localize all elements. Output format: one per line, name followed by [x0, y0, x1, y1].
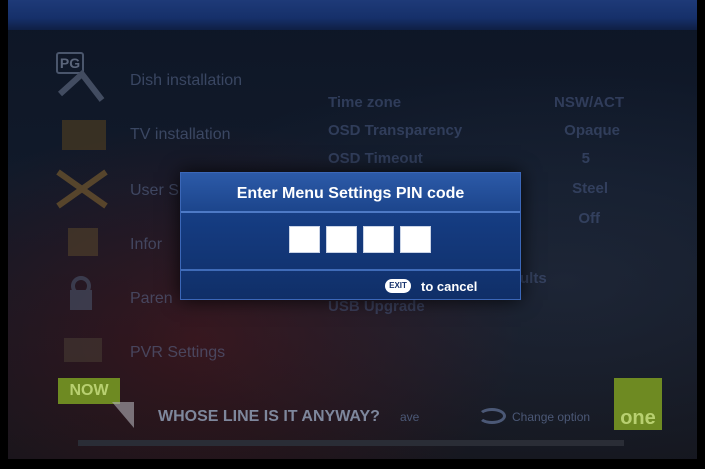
cancel-label: to cancel	[421, 279, 478, 294]
pin-dialog: Enter Menu Settings PIN code EXIT to can…	[180, 172, 521, 300]
frame-right	[697, 0, 705, 469]
top-bar	[0, 0, 705, 30]
info-box-icon	[52, 218, 112, 262]
tv-screen: PG Dish installation TV installation Use…	[0, 0, 705, 469]
change-option-hint: Change option	[512, 410, 591, 424]
pin-dialog-footer: EXIT to cancel	[181, 269, 520, 299]
frame-bottom	[0, 459, 705, 469]
program-title: WHOSE LINE IS IT ANYWAY?	[158, 408, 380, 425]
pin-digit-2[interactable]	[326, 226, 357, 253]
pin-dialog-title: Enter Menu Settings PIN code	[236, 185, 465, 202]
menu-item-dish-installation[interactable]: Dish installation	[130, 72, 242, 90]
setting-defaults-fragment: ults	[520, 270, 547, 287]
satellite-dish-icon	[52, 60, 112, 104]
setting-name-osd-transparency: OSD Transparency	[328, 122, 463, 139]
pin-digit-4[interactable]	[400, 226, 431, 253]
pin-entry[interactable]	[289, 226, 431, 253]
change-option-icon	[478, 408, 506, 424]
exit-key-icon[interactable]: EXIT	[385, 279, 411, 293]
program-progress-bar	[78, 440, 624, 446]
pvr-icon	[52, 326, 112, 370]
tv-icon	[52, 112, 112, 156]
menu-item-user-settings[interactable]: User S	[130, 182, 179, 200]
setting-value-osd-timeout[interactable]: 5	[470, 150, 590, 167]
pin-digit-3[interactable]	[363, 226, 394, 253]
pin-dialog-header: Enter Menu Settings PIN code	[181, 173, 520, 213]
pin-digit-1[interactable]	[289, 226, 320, 253]
setting-value-osd-transparency[interactable]: Opaque	[500, 122, 620, 139]
setting-name-time-zone: Time zone	[328, 94, 402, 111]
parental-lock-icon	[52, 272, 112, 316]
save-hint: ave	[400, 410, 420, 424]
tools-icon	[52, 166, 112, 210]
now-badge: NOW	[58, 378, 120, 404]
menu-item-information[interactable]: Infor	[130, 236, 162, 254]
menu-item-tv-installation[interactable]: TV installation	[130, 126, 231, 144]
frame-left	[0, 0, 8, 469]
channel-logo: one	[614, 378, 662, 430]
now-pointer-icon	[112, 402, 134, 428]
menu-item-pvr-settings[interactable]: PVR Settings	[130, 344, 225, 362]
setting-value-time-zone[interactable]: NSW/ACT	[504, 94, 624, 111]
menu-item-parental[interactable]: Paren	[130, 290, 173, 308]
setting-name-osd-timeout: OSD Timeout	[328, 150, 423, 167]
setting-name-usb-upgrade[interactable]: USB Upgrade	[328, 298, 425, 315]
